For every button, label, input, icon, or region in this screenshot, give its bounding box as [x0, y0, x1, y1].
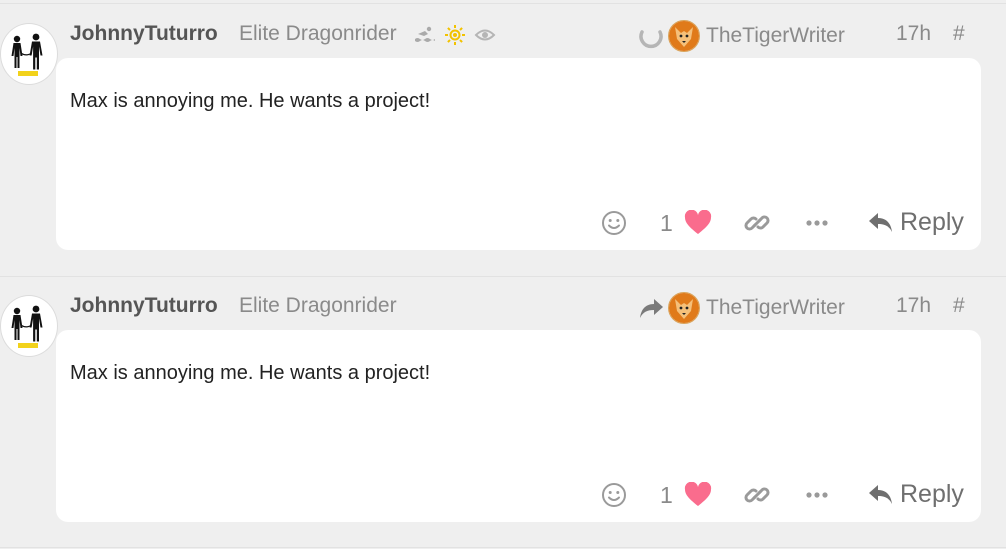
replied-user-avatar — [668, 292, 700, 324]
copy-link-button[interactable] — [744, 482, 770, 508]
bottom-divider — [0, 547, 1006, 548]
post-message: Max is annoying me. He wants a project! — [70, 362, 431, 384]
replied-user-name: TheTigerWriter — [706, 24, 845, 47]
post-message: Max is annoying me. He wants a project! — [70, 90, 431, 112]
more-options-button[interactable] — [804, 210, 830, 236]
like-button[interactable] — [684, 210, 712, 236]
copy-link-button[interactable] — [744, 210, 770, 236]
post-body: Max is annoying me. He wants a project! … — [56, 58, 981, 250]
user-badges — [414, 24, 496, 46]
emoji-reaction-button[interactable] — [601, 482, 627, 508]
username[interactable]: JohnnyTuturro — [70, 294, 218, 318]
reply-button[interactable]: Reply — [868, 480, 964, 509]
loading-spinner-icon — [638, 23, 664, 49]
reply-label: Reply — [900, 208, 964, 236]
smiley-icon — [602, 483, 626, 507]
replied-user-avatar — [668, 20, 700, 52]
sun-icon — [444, 24, 466, 46]
post-permalink[interactable]: # — [953, 294, 965, 318]
reply-to-indicator[interactable]: TheTigerWriter — [638, 290, 845, 326]
like-count: 1 — [660, 210, 673, 236]
swim-icon — [414, 24, 436, 46]
ellipsis-icon — [806, 492, 828, 498]
post-actions: 1 Reply — [56, 204, 981, 244]
reply-to-indicator[interactable]: TheTigerWriter — [638, 18, 845, 54]
post-time[interactable]: 17h — [896, 294, 931, 318]
smiley-icon — [602, 211, 626, 235]
like-button[interactable] — [684, 482, 712, 508]
username[interactable]: JohnnyTuturro — [70, 22, 218, 46]
user-title: Elite Dragonrider — [239, 22, 397, 45]
reply-arrow-icon — [869, 484, 892, 504]
eye-icon — [474, 24, 496, 46]
more-options-button[interactable] — [804, 482, 830, 508]
like-count: 1 — [660, 482, 673, 508]
post-permalink[interactable]: # — [953, 22, 965, 46]
ellipsis-icon — [806, 220, 828, 226]
reply-arrow-icon — [869, 212, 892, 232]
heart-icon — [684, 482, 712, 506]
link-icon — [744, 215, 770, 231]
post-2: JohnnyTuturro Elite Dragonrider TheTiger… — [0, 272, 1006, 544]
emoji-reaction-button[interactable] — [601, 210, 627, 236]
post-body: Max is annoying me. He wants a project! … — [56, 330, 981, 522]
replied-user-name: TheTigerWriter — [706, 296, 845, 319]
reply-button[interactable]: Reply — [868, 208, 964, 237]
user-title: Elite Dragonrider — [239, 294, 397, 317]
heart-icon — [684, 210, 712, 234]
post-actions: 1 Reply — [56, 476, 981, 516]
user-avatar[interactable] — [0, 23, 58, 85]
user-avatar[interactable] — [0, 295, 58, 357]
link-icon — [744, 487, 770, 503]
post-time[interactable]: 17h — [896, 22, 931, 46]
reply-label: Reply — [900, 480, 964, 508]
share-arrow-icon — [638, 295, 664, 321]
post-1: JohnnyTuturro Elite Dragonrider TheTiger… — [0, 0, 1006, 272]
